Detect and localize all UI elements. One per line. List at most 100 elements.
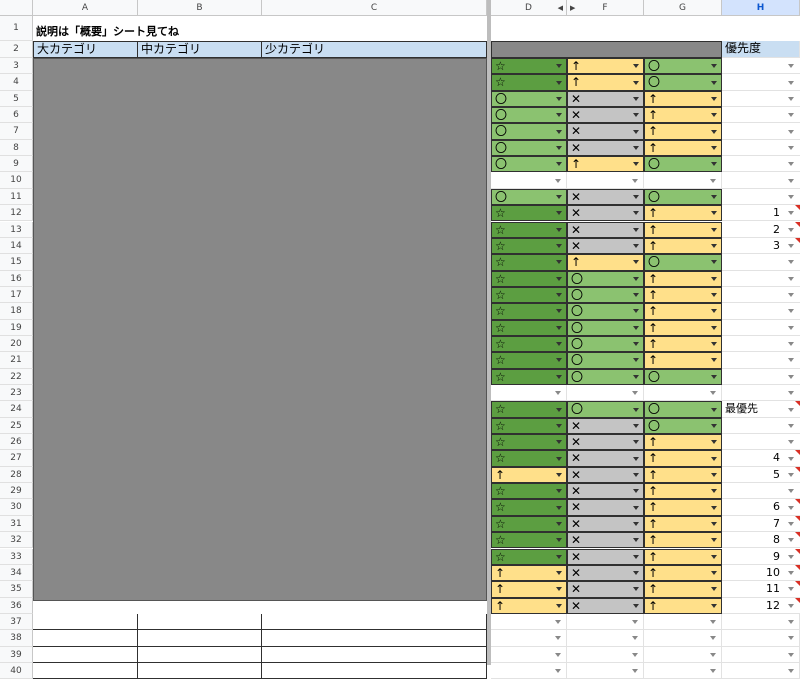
- dropdown-chevron-icon[interactable]: [633, 407, 639, 412]
- dropdown-chevron-icon[interactable]: [711, 260, 717, 265]
- dropdown-f-33[interactable]: ✕: [567, 548, 644, 565]
- dropdown-chevron-icon[interactable]: [633, 538, 639, 543]
- dropdown-chevron-icon[interactable]: [788, 358, 794, 363]
- row-header-14[interactable]: 14: [0, 237, 33, 255]
- priority-cell-34[interactable]: 10: [722, 564, 800, 582]
- row-header-26[interactable]: 26: [0, 434, 33, 451]
- dropdown-chevron-icon[interactable]: [788, 620, 794, 625]
- dropdown-g-20[interactable]: ↑: [644, 335, 722, 353]
- dropdown-chevron-icon[interactable]: [711, 521, 717, 526]
- dropdown-chevron-icon[interactable]: [633, 80, 639, 85]
- dropdown-g-14[interactable]: ↑: [644, 237, 722, 255]
- dropdown-chevron-icon[interactable]: [633, 96, 639, 101]
- cell-c-39[interactable]: [262, 646, 487, 663]
- dropdown-chevron-icon[interactable]: [633, 456, 639, 461]
- empty-dropdown-g-38[interactable]: [644, 630, 722, 647]
- dropdown-g-6[interactable]: ↑: [644, 107, 722, 124]
- row-header-23[interactable]: 23: [0, 385, 33, 402]
- dropdown-f-20[interactable]: 〇: [567, 335, 644, 353]
- dropdown-chevron-icon[interactable]: [633, 227, 639, 232]
- dropdown-chevron-icon[interactable]: [710, 652, 716, 657]
- dropdown-f-16[interactable]: 〇: [567, 270, 644, 287]
- dropdown-f-21[interactable]: 〇: [567, 352, 644, 369]
- cell-b-38[interactable]: [138, 630, 262, 647]
- dropdown-chevron-icon[interactable]: [788, 64, 794, 69]
- row-header-25[interactable]: 25: [0, 417, 33, 435]
- dropdown-chevron-icon[interactable]: [711, 571, 717, 576]
- row-header-32[interactable]: 32: [0, 532, 33, 549]
- dropdown-chevron-icon[interactable]: [788, 211, 794, 216]
- dropdown-chevron-icon[interactable]: [556, 276, 562, 281]
- empty-dropdown-f-40[interactable]: [567, 662, 644, 679]
- dropdown-f-24[interactable]: 〇: [567, 401, 644, 418]
- row-header-27[interactable]: 27: [0, 450, 33, 467]
- dropdown-chevron-icon[interactable]: [633, 521, 639, 526]
- dropdown-f-26[interactable]: ✕: [567, 434, 644, 451]
- dropdown-d-26[interactable]: ☆: [491, 434, 567, 451]
- dropdown-chevron-icon[interactable]: [788, 538, 794, 543]
- column-header-h[interactable]: H: [722, 0, 800, 16]
- dropdown-g-26[interactable]: ↑: [644, 434, 722, 451]
- dropdown-chevron-icon[interactable]: [633, 505, 639, 510]
- empty-dropdown-f-37[interactable]: [567, 613, 644, 631]
- dropdown-f-29[interactable]: ✕: [567, 483, 644, 500]
- dropdown-chevron-icon[interactable]: [633, 64, 639, 69]
- dropdown-chevron-icon[interactable]: [788, 309, 794, 314]
- column-header-a[interactable]: A: [33, 0, 138, 16]
- empty-dropdown-d-23[interactable]: [491, 385, 567, 402]
- empty-dropdown-h-38[interactable]: [722, 630, 800, 647]
- dropdown-chevron-icon[interactable]: [632, 620, 638, 625]
- dropdown-d-7[interactable]: 〇: [491, 123, 567, 140]
- empty-dropdown-g-10[interactable]: [644, 172, 722, 189]
- dropdown-d-35[interactable]: ↑: [491, 581, 567, 598]
- priority-cell-24[interactable]: 最優先: [722, 401, 800, 418]
- dropdown-chevron-icon[interactable]: [711, 374, 717, 379]
- dropdown-chevron-icon[interactable]: [711, 505, 717, 510]
- comment-flag-icon[interactable]: [795, 597, 800, 603]
- dropdown-g-30[interactable]: ↑: [644, 499, 722, 516]
- dropdown-d-32[interactable]: ☆: [491, 532, 567, 549]
- dropdown-chevron-icon[interactable]: [711, 276, 717, 281]
- row-header-13[interactable]: 13: [0, 221, 33, 238]
- dropdown-chevron-icon[interactable]: [633, 260, 639, 265]
- header-chukategori[interactable]: 中カテゴリ: [138, 41, 262, 58]
- row-header-18[interactable]: 18: [0, 303, 33, 320]
- comment-flag-icon[interactable]: [795, 205, 800, 211]
- comment-flag-icon[interactable]: [795, 237, 800, 243]
- empty-dropdown-f-39[interactable]: [567, 646, 644, 663]
- dropdown-chevron-icon[interactable]: [633, 587, 639, 592]
- dropdown-g-21[interactable]: ↑: [644, 352, 722, 369]
- dropdown-f-27[interactable]: ✕: [567, 450, 644, 467]
- dropdown-chevron-icon[interactable]: [633, 423, 639, 428]
- dropdown-chevron-icon[interactable]: [556, 538, 562, 543]
- dropdown-chevron-icon[interactable]: [711, 227, 717, 232]
- comment-flag-icon[interactable]: [795, 564, 800, 570]
- priority-cell-33[interactable]: 9: [722, 548, 800, 565]
- dropdown-d-13[interactable]: ☆: [491, 221, 567, 238]
- row-header-2[interactable]: 2: [0, 41, 33, 58]
- dropdown-chevron-icon[interactable]: [711, 113, 717, 118]
- dropdown-f-30[interactable]: ✕: [567, 499, 644, 516]
- dropdown-chevron-icon[interactable]: [711, 440, 717, 445]
- dropdown-chevron-icon[interactable]: [788, 227, 794, 232]
- dropdown-chevron-icon[interactable]: [711, 244, 717, 249]
- row-header-12[interactable]: 12: [0, 205, 33, 222]
- row-header-17[interactable]: 17: [0, 286, 33, 304]
- dropdown-chevron-icon[interactable]: [788, 342, 794, 347]
- priority-cell-23[interactable]: [722, 385, 800, 402]
- row-header-36[interactable]: 36: [0, 597, 33, 614]
- dropdown-f-22[interactable]: 〇: [567, 368, 644, 385]
- dropdown-chevron-icon[interactable]: [556, 96, 562, 101]
- dropdown-chevron-icon[interactable]: [788, 162, 794, 167]
- dropdown-chevron-icon[interactable]: [711, 423, 717, 428]
- dropdown-g-11[interactable]: 〇: [644, 188, 722, 206]
- cell-a-39[interactable]: [33, 646, 138, 663]
- dropdown-chevron-icon[interactable]: [633, 244, 639, 249]
- dropdown-chevron-icon[interactable]: [556, 440, 562, 445]
- dropdown-chevron-icon[interactable]: [632, 178, 638, 183]
- dropdown-d-30[interactable]: ☆: [491, 499, 567, 516]
- dropdown-chevron-icon[interactable]: [711, 603, 717, 608]
- comment-flag-icon[interactable]: [795, 450, 800, 456]
- dropdown-chevron-icon[interactable]: [632, 636, 638, 641]
- header-daikategori[interactable]: 大カテゴリ: [33, 41, 138, 58]
